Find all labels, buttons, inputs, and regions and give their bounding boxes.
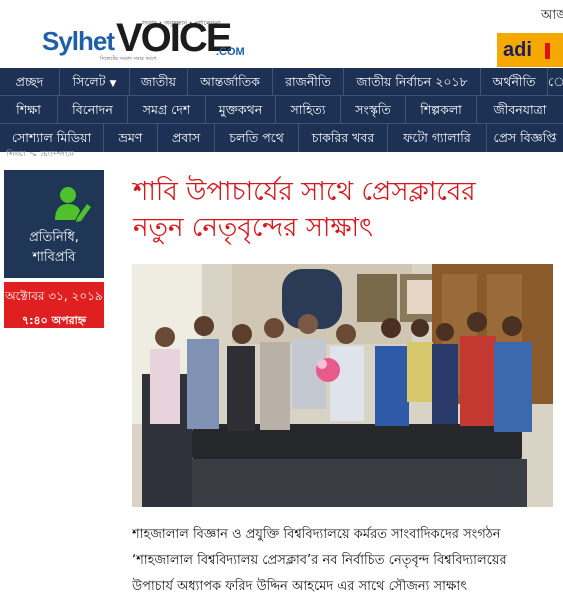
article-body-line2: ‘শাহজালাল বিশ্ববিদ্যালয় প্রেসক্লাব’র নব… [132, 553, 507, 568]
author-card: প্রতিনিধি, শাবিপ্রবি [4, 170, 104, 278]
user-edit-icon [55, 187, 91, 222]
author-name-line1: প্রতিনিধি, [29, 230, 79, 245]
site-logo[interactable]: সংবাদ • অনুসন্ধান • পর্যালোচনা Sylhet VO… [42, 14, 252, 64]
article-title-line2: নতুন নেতৃবৃন্দের সাক্ষাৎ [133, 213, 373, 243]
article-title-line1: শাবি উপাচার্যের সাথে প্রেসক্লাবের [133, 177, 476, 207]
nav-item-travel[interactable]: ভ্রমণ [103, 124, 157, 152]
ad-red-mark [545, 43, 550, 59]
nav-item-international[interactable]: আন্তর্জাতিক [187, 68, 272, 96]
nav-item-jobs[interactable]: চাকরির খবর [298, 124, 387, 152]
nav-item-overflow[interactable]: ে [547, 68, 563, 96]
advertisement-banner[interactable]: adi [497, 33, 563, 67]
nav-row-1: প্রচ্ছদ সিলেট ▼ জাতীয় আন্তর্জাতিক রাজনীত… [0, 68, 563, 96]
nav-item-sylhet-label: সিলেট [72, 74, 106, 89]
nav-item-countrywide[interactable]: সমগ্র দেশ [127, 96, 205, 124]
nav-item-politics[interactable]: রাজনীতি [272, 68, 343, 96]
nav-item-literature[interactable]: সাহিত্য [275, 96, 340, 124]
people-group [150, 312, 532, 432]
chevron-down-icon: ▼ [109, 79, 117, 89]
article-body: শাহজালাল বিজ্ঞান ও প্রযুক্তি বিশ্ববিদ্যা… [132, 522, 553, 600]
nav-item-sylhet[interactable]: সিলেট ▼ [59, 68, 129, 96]
main-navigation: প্রচ্ছদ সিলেট ▼ জাতীয় আন্তর্জাতিক রাজনীত… [0, 68, 563, 152]
nav-item-home[interactable]: প্রচ্ছদ [0, 68, 59, 96]
nav-item-photo-gallery[interactable]: ফটো গ্যালারি [387, 124, 486, 152]
publish-time: ৭:৪০ অপরাহ্ন [21, 314, 87, 327]
article-body-line3: উপাচার্য অধ্যাপক ফরিদ উদ্দিন আহমেদ এর সা… [132, 579, 468, 594]
site-header: সংবাদ • অনুসন্ধান • পর্যালোচনা Sylhet VO… [0, 0, 563, 68]
nav-item-election-2018[interactable]: জাতীয় নির্বাচন ২০১৮ [343, 68, 480, 96]
author-name-line2: শাবিপ্রবি [32, 250, 76, 265]
nav-item-lifestyle[interactable]: জীবনযাত্রা [476, 96, 563, 124]
logo-voice: VOICE [116, 16, 232, 60]
date-today-label: আজ [541, 8, 563, 23]
nav-item-diaspora[interactable]: প্রবাস [157, 124, 214, 152]
author-box: প্রতিনিধি, শাবিপ্রবি অক্টোবর ৩১, ২০১৯ ৭:… [4, 170, 104, 328]
publish-date: অক্টোবর ৩১, ২০১৯ [5, 289, 103, 303]
publish-date-badge: অক্টোবর ৩১, ২০১৯ ৭:৪০ অপরাহ্ন [4, 282, 104, 328]
nav-item-on-the-way[interactable]: চলতি পথে [214, 124, 298, 152]
nav-row-3: সোশ্যাল মিডিয়া ভ্রমণ প্রবাস চলতি পথে চা… [0, 124, 563, 152]
logo-sylhet: Sylhet [42, 26, 115, 56]
breadcrumb[interactable]: শিক্ষা > ক্যাম্পাস [6, 148, 74, 156]
nav-item-press-release[interactable]: প্রেস বিজ্ঞপ্তি [486, 124, 563, 152]
ad-text: adi [503, 39, 532, 61]
article-photo-illustration [132, 264, 553, 507]
article-body-line1: শাহজালাল বিজ্ঞান ও প্রযুক্তি বিশ্ববিদ্যা… [132, 527, 501, 542]
nav-item-opinion[interactable]: মুক্তকথন [205, 96, 275, 124]
nav-row-2: শিক্ষা বিনোদন সমগ্র দেশ মুক্তকথন সাহিত্য… [0, 96, 563, 124]
logo-tagline-secondary: সিলেটের সংবাদ সবার আগে [100, 56, 157, 62]
logo-dotcom: .COM [216, 46, 245, 58]
nav-item-economy[interactable]: অর্থনীতি [480, 68, 547, 96]
author-name: প্রতিনিধি, শাবিপ্রবি [4, 228, 104, 268]
article-photo[interactable] [132, 264, 553, 507]
nav-item-arts[interactable]: শিল্পকলা [405, 96, 476, 124]
nav-item-entertainment[interactable]: বিনোদন [57, 96, 127, 124]
nav-item-culture[interactable]: সংস্কৃতি [340, 96, 405, 124]
nav-item-education[interactable]: শিক্ষা [0, 96, 57, 124]
nav-item-national[interactable]: জাতীয় [129, 68, 187, 96]
article-title: শাবি উপাচার্যের সাথে প্রেসক্লাবের নতুন ন… [133, 174, 553, 246]
